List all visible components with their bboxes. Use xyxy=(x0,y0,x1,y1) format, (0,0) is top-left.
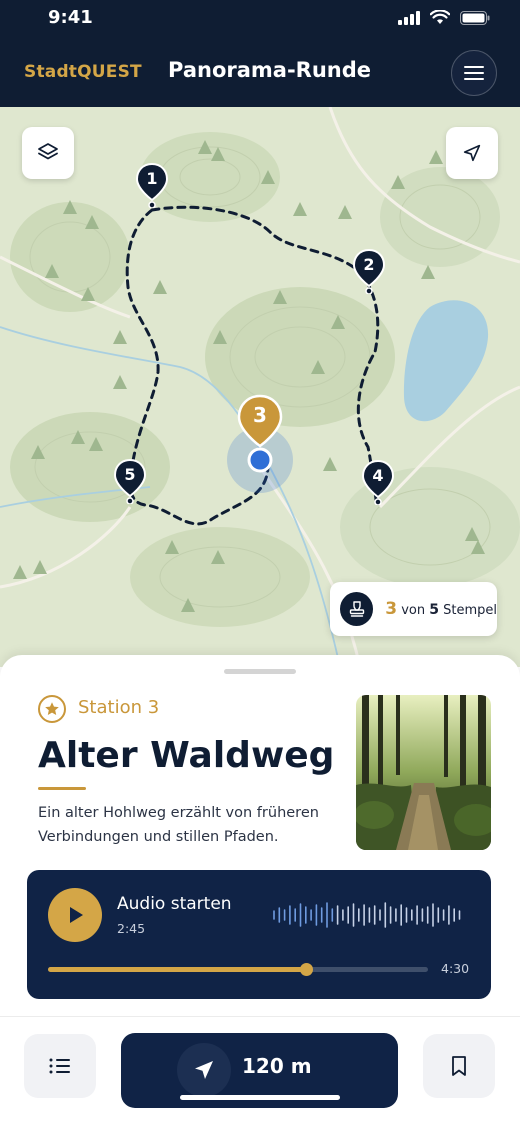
station-pin-2[interactable]: 2 xyxy=(352,248,386,294)
station-pin-5[interactable]: 5 xyxy=(113,458,147,504)
bottom-bar-divider xyxy=(0,1016,520,1017)
navigation-arrow-icon xyxy=(463,144,481,162)
bookmark-icon xyxy=(452,1056,466,1076)
distance-to-station: 120 m xyxy=(242,1054,312,1078)
station-label: Station 3 xyxy=(78,697,160,718)
audio-progress-track[interactable] xyxy=(48,963,428,976)
app-header: 9:41 StadtQUEST Panorama-Runde xyxy=(0,0,520,107)
stamps-label: Stempel xyxy=(443,603,497,618)
layers-icon xyxy=(38,143,58,160)
station-pin-number: 2 xyxy=(363,255,375,274)
map-view[interactable]: 1 2 3 4 5 3 von 5 Stempel xyxy=(0,107,520,667)
bookmark-button[interactable] xyxy=(423,1034,495,1098)
play-icon xyxy=(70,907,83,923)
brand-logo[interactable]: StadtQUEST xyxy=(24,62,142,82)
station-list-button[interactable] xyxy=(24,1034,96,1098)
wifi-icon xyxy=(430,10,450,24)
audio-elapsed-time: 2:45 xyxy=(117,921,146,936)
status-icons xyxy=(398,10,490,25)
status-bar: 9:41 xyxy=(0,0,520,40)
battery-icon xyxy=(460,10,490,25)
stamps-total: 5 xyxy=(429,602,439,618)
play-button[interactable] xyxy=(48,888,102,942)
audio-player: Audio starten 2:45 4:30 xyxy=(27,870,491,999)
layers-button[interactable] xyxy=(22,127,74,179)
audio-total-time: 4:30 xyxy=(441,961,470,976)
station-pin-number: 4 xyxy=(372,466,384,485)
stamps-connector: von xyxy=(401,603,426,618)
station-pin-number: 1 xyxy=(146,169,158,188)
station-pin-1[interactable]: 1 xyxy=(135,162,169,208)
sheet-drag-handle[interactable] xyxy=(224,669,296,674)
station-pin-4[interactable]: 4 xyxy=(361,459,395,505)
station-photo[interactable] xyxy=(356,695,491,850)
navigation-arrow-icon xyxy=(177,1043,231,1097)
signal-icon xyxy=(398,10,420,25)
stamps-collected: 3 xyxy=(385,599,398,619)
status-time: 9:41 xyxy=(48,7,93,28)
station-pin-number: 5 xyxy=(124,465,136,484)
locate-button[interactable] xyxy=(446,127,498,179)
stamp-icon xyxy=(340,592,374,626)
audio-progress-fill xyxy=(48,967,307,972)
station-description: Ein alter Hohlweg erzählt von früheren V… xyxy=(38,805,319,845)
station-title: Alter Waldweg xyxy=(38,735,335,776)
home-indicator xyxy=(180,1095,340,1100)
audio-waveform xyxy=(273,902,461,928)
title-divider xyxy=(38,787,86,790)
station-pin-3[interactable]: 3 xyxy=(237,394,283,454)
station-pin-number: 3 xyxy=(253,403,267,427)
audio-progress-knob[interactable] xyxy=(300,963,314,976)
stamp-counter[interactable]: 3 von 5 Stempel xyxy=(330,582,497,636)
audio-title: Audio starten xyxy=(117,894,232,914)
navigate-button[interactable]: 120 m xyxy=(121,1033,398,1108)
stamp-counter-text: 3 von 5 Stempel xyxy=(385,599,497,619)
star-icon xyxy=(38,695,66,723)
hamburger-menu-icon xyxy=(464,66,484,80)
page-title: Panorama-Runde xyxy=(168,58,372,82)
list-icon xyxy=(49,1058,70,1074)
menu-button[interactable] xyxy=(451,50,497,96)
